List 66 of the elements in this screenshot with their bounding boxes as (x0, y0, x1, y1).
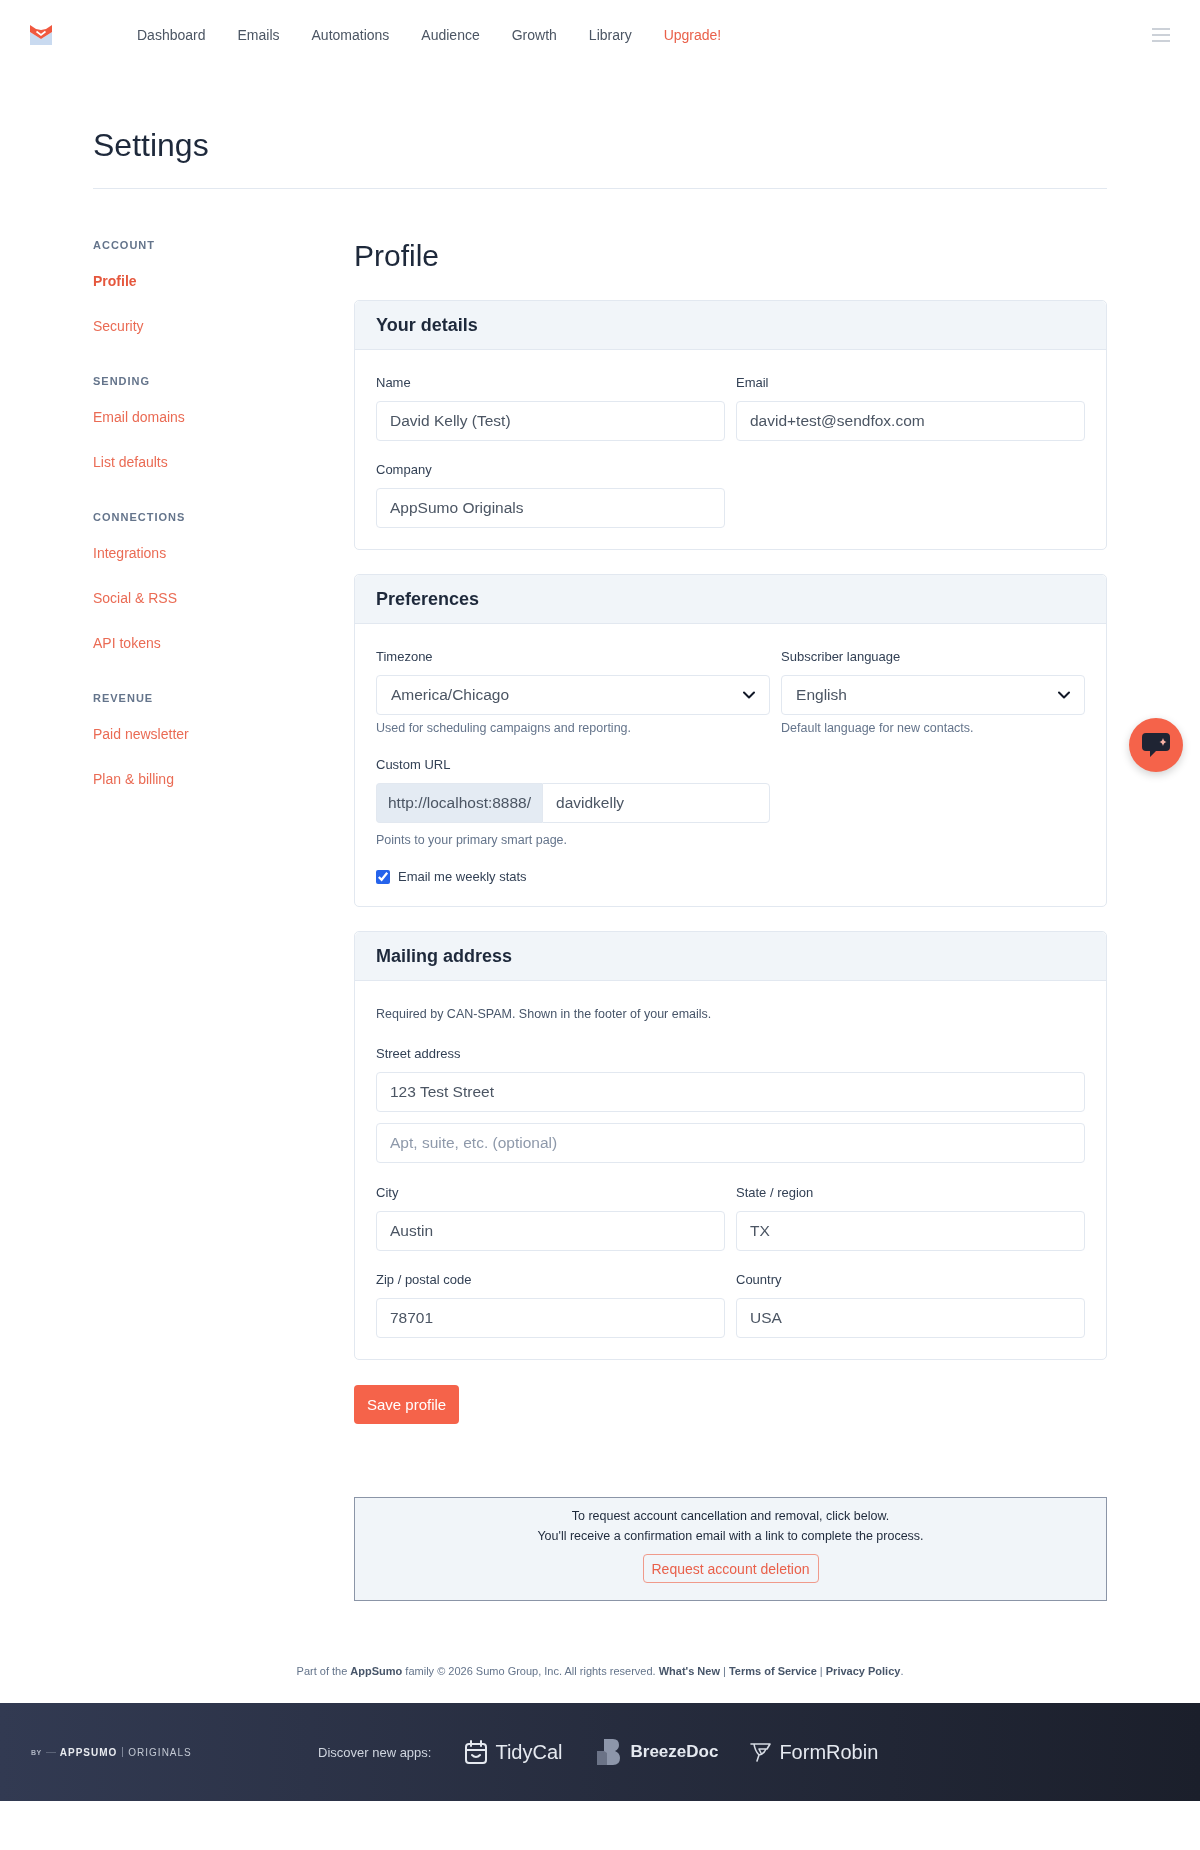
section-heading: CONNECTIONS (93, 510, 186, 524)
input-field[interactable]: TX (736, 1211, 1085, 1251)
block-logo-icon (594, 1739, 621, 1765)
info-text: To request account cancellation and removal, click below. (571, 1508, 890, 1525)
card-title: Your details (376, 314, 478, 336)
section-heading: ACCOUNT (93, 238, 155, 252)
input-field[interactable]: davidkelly (542, 783, 771, 823)
calendar-icon (464, 1740, 489, 1764)
card-title: Preferences (376, 588, 480, 610)
section-heading: REVENUE (93, 691, 154, 705)
app-link[interactable]: BreezeDoc (594, 1739, 719, 1765)
footer-link[interactable]: What's New (658, 1665, 720, 1677)
dropdown[interactable]: English (781, 675, 1085, 715)
field-label: Company (376, 462, 432, 478)
field-label: Timezone (376, 649, 433, 665)
card-title: Mailing address (376, 945, 513, 967)
field-label: Street address (376, 1046, 461, 1062)
section-title: Profile (354, 238, 440, 274)
nav-link[interactable]: Library (588, 26, 632, 44)
page-title: Settings (93, 126, 209, 164)
input-field[interactable]: Austin (376, 1211, 725, 1251)
bird-icon (750, 1742, 773, 1762)
checkbox[interactable] (376, 870, 390, 884)
checkbox-label: Email me weekly stats (398, 869, 527, 885)
input-field[interactable]: 78701 (376, 1298, 725, 1338)
chat-bubble-icon (1142, 733, 1170, 757)
input-field[interactable]: David Kelly (Test) (376, 401, 725, 441)
field-label: City (376, 1185, 399, 1201)
nav-link[interactable]: Audience (421, 26, 480, 44)
footer-link[interactable]: Terms of Service (728, 1665, 817, 1677)
input-field[interactable]: 123 Test Street (376, 1072, 1085, 1112)
app-link[interactable]: FormRobin (750, 1739, 879, 1765)
help-text: Points to your primary smart page. (376, 832, 568, 848)
chevron-down-icon (1058, 691, 1070, 699)
nav-link[interactable]: Automations (311, 26, 390, 44)
footer-link[interactable]: Privacy Policy (825, 1665, 901, 1677)
help-text: Used for scheduling campaigns and reporting. (376, 720, 631, 736)
chevron-down-icon (743, 691, 756, 699)
field-label: Zip / postal code (376, 1272, 472, 1288)
input-field[interactable]: USA (736, 1298, 1085, 1338)
section-heading: SENDING (93, 374, 151, 388)
field-label: Name (376, 375, 411, 391)
nav-link[interactable]: Dashboard (137, 26, 206, 44)
nav-link[interactable]: Emails (237, 26, 280, 44)
nav-link[interactable]: Growth (511, 26, 557, 44)
input-field[interactable]: david+test@sendfox.com (736, 401, 1085, 441)
input-field[interactable]: Apt, suite, etc. (optional) (376, 1123, 1085, 1163)
brand-name[interactable]: APPSUMO (59, 1746, 118, 1758)
field-label: Email (736, 375, 769, 391)
dropdown[interactable]: America/Chicago (376, 675, 771, 715)
discover-label: Discover new apps: (318, 1744, 432, 1760)
app-link[interactable]: TidyCal (464, 1739, 563, 1765)
field-label: State / region (736, 1185, 814, 1201)
logo-icon[interactable] (30, 25, 52, 45)
info-text: You'll receive a confirmation email with a link to complete the process. (537, 1528, 924, 1545)
card-note: Required by CAN-SPAM. Shown in the footer of your emails. (376, 1006, 713, 1022)
brand-suffix: ORIGINALS (128, 1746, 192, 1758)
field-label: Custom URL (376, 757, 451, 773)
input-field[interactable]: AppSumo Originals (376, 488, 725, 528)
chat-button[interactable] (1129, 718, 1183, 772)
url-prefix-addon: http://localhost:8888/ (376, 783, 543, 823)
help-text: Default language for new contacts. (781, 720, 974, 736)
sidebar-link[interactable]: Profile (93, 272, 137, 290)
field-label: Country (736, 1272, 782, 1288)
footer-note: Part of the AppSumo family © 2026 Sumo Group, Inc. All rights reserved. What's New | Terms of Service | Privacy Policy. (296, 1664, 904, 1678)
field-label: Subscriber language (781, 649, 901, 665)
